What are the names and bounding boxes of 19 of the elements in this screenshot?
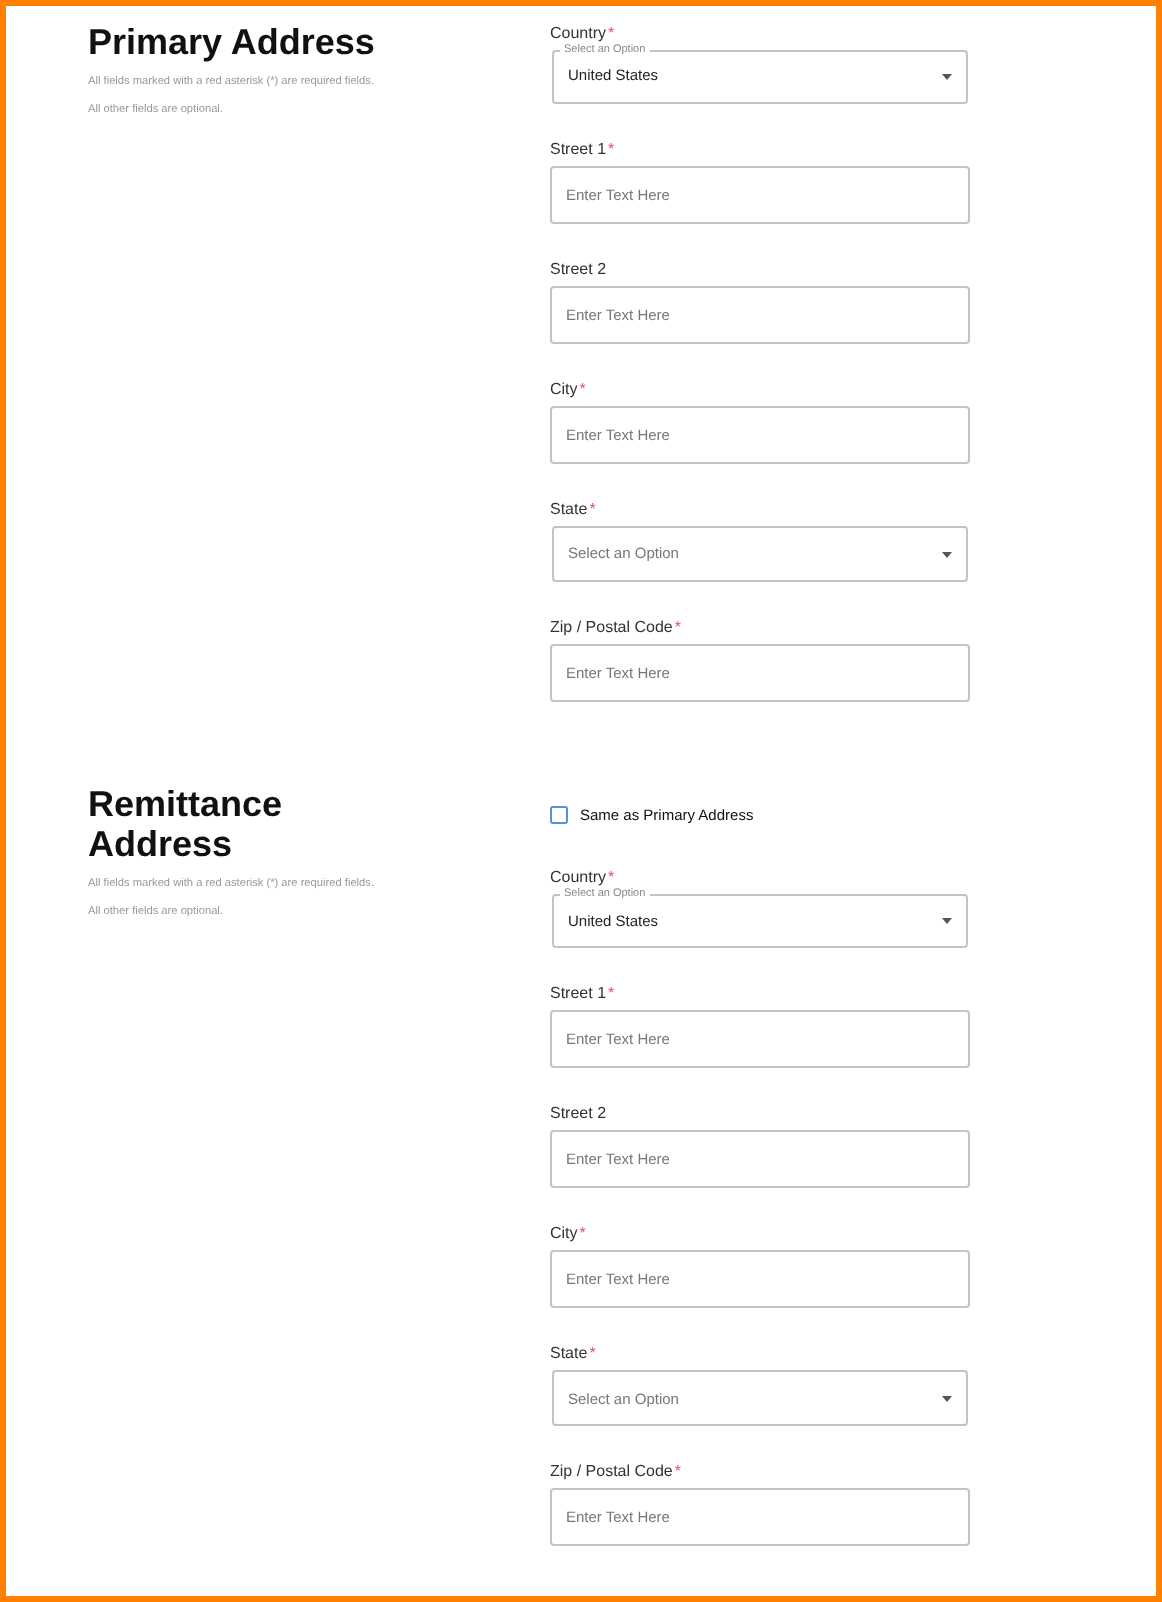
field-label: Zip / Postal Code* [550,616,681,638]
field-label: Street 2 [550,258,607,280]
section-heading: Primary Address [88,22,377,62]
checkbox[interactable] [550,806,568,825]
field-label: Street 1* [550,982,615,1005]
field-label: Zip / Postal Code* [550,1460,681,1483]
section-heading: Remittance Address [88,784,285,864]
caret-icon [942,551,952,557]
caret-icon [942,1395,952,1402]
field-label: Country* [550,866,615,888]
field-label: Street 1* [550,138,615,160]
field-label: Country* [550,22,615,44]
field-label: City* [550,1222,586,1245]
caret-icon [942,73,952,79]
field-label: City* [550,378,586,400]
field-label: State* [550,498,596,520]
caret-icon [942,917,952,924]
field-label: Street 2 [550,1102,607,1125]
field-label: State* [550,1342,596,1365]
